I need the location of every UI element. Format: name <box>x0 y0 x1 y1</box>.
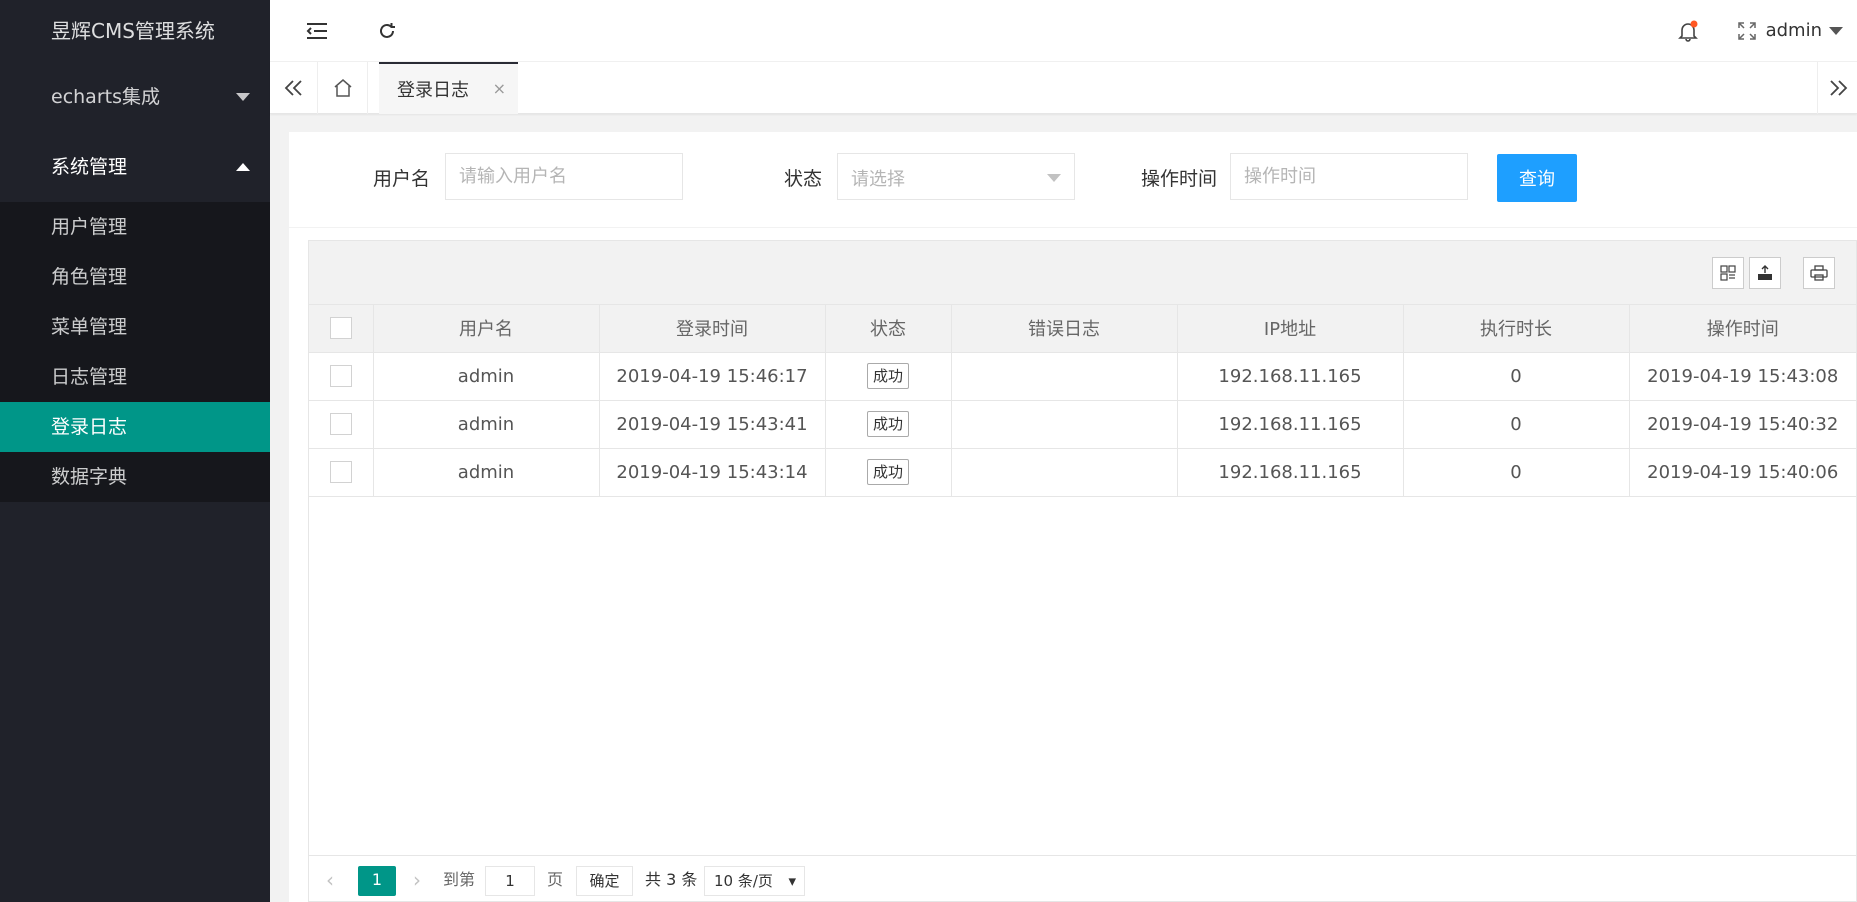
tab-label: 登录日志 <box>397 80 469 101</box>
table-header-row: 用户名 登录时间 状态 错误日志 IP地址 执行时长 操作时间 <box>309 305 1856 353</box>
column-header[interactable]: IP地址 <box>1177 305 1404 353</box>
cell-login-time: 2019-04-19 15:46:17 <box>599 352 826 401</box>
columns-icon[interactable] <box>1712 257 1744 289</box>
select-all-cell <box>309 305 374 353</box>
sidebar-submenu: 用户管理 角色管理 菜单管理 日志管理 登录日志 数据字典 <box>0 202 270 502</box>
chevron-down-icon <box>1047 174 1061 182</box>
cell-login-time: 2019-04-19 15:43:14 <box>599 448 826 497</box>
cell-ip: 192.168.11.165 <box>1177 400 1404 449</box>
sidebar-group-echarts[interactable]: echarts集成 <box>0 62 270 132</box>
time-label: 操作时间 <box>1141 168 1218 190</box>
next-page-icon[interactable]: › <box>413 866 421 896</box>
page-unit-label: 页 <box>547 870 564 889</box>
status-badge: 成功 <box>866 411 909 437</box>
goto-label: 到第 <box>443 870 476 889</box>
fullscreen-icon[interactable] <box>1734 18 1760 44</box>
prev-page-icon[interactable]: ‹ <box>326 866 334 896</box>
tabs-scroll-right-button[interactable] <box>1817 62 1857 114</box>
username-label: 用户名 <box>373 168 431 190</box>
cell-username: admin <box>373 448 600 497</box>
column-header[interactable]: 登录时间 <box>599 305 826 353</box>
status-label: 状态 <box>784 168 823 190</box>
sidebar-item-menus[interactable]: 菜单管理 <box>0 302 270 352</box>
search-form: 用户名 状态 请选择 操作时间 查询 <box>289 132 1857 228</box>
sidebar-group-label: 系统管理 <box>51 156 128 178</box>
query-button[interactable]: 查询 <box>1497 154 1577 202</box>
home-tab-button[interactable] <box>318 62 368 114</box>
cell-ip: 192.168.11.165 <box>1177 448 1404 497</box>
sidebar-group-label: echarts集成 <box>51 86 160 108</box>
column-header[interactable]: 用户名 <box>373 305 600 353</box>
cell-error-log <box>951 400 1178 449</box>
goto-confirm-button[interactable]: 确定 <box>576 866 633 896</box>
select-all-checkbox[interactable] <box>329 317 352 340</box>
column-header[interactable]: 错误日志 <box>951 305 1178 353</box>
bell-icon[interactable] <box>1675 18 1701 44</box>
refresh-icon[interactable] <box>374 18 400 44</box>
cell-ip: 192.168.11.165 <box>1177 352 1404 401</box>
tab-login-logs[interactable]: 登录日志 × <box>379 62 518 114</box>
row-checkbox[interactable] <box>329 365 352 387</box>
login-log-table: 用户名 登录时间 状态 错误日志 IP地址 执行时长 操作时间 admin 20… <box>309 305 1856 497</box>
goto-page-input[interactable] <box>485 866 535 896</box>
row-checkbox[interactable] <box>329 413 352 435</box>
status-select[interactable]: 请选择 <box>837 153 1075 200</box>
total-count: 共 3 条 <box>645 870 698 889</box>
cell-status: 成功 <box>825 400 952 449</box>
cell-error-log <box>951 352 1178 401</box>
time-input[interactable] <box>1230 153 1468 200</box>
status-select-placeholder: 请选择 <box>851 169 905 190</box>
caret-down-icon <box>1829 27 1843 35</box>
column-header[interactable]: 状态 <box>825 305 952 353</box>
table-row[interactable]: admin 2019-04-19 15:43:41 成功 192.168.11.… <box>309 400 1856 449</box>
table-toolbar <box>309 241 1856 305</box>
cell-error-log <box>951 448 1178 497</box>
menu-fold-icon[interactable] <box>304 18 330 44</box>
cell-login-time: 2019-04-19 15:43:41 <box>599 400 826 449</box>
column-header[interactable]: 执行时长 <box>1403 305 1630 353</box>
close-icon[interactable]: × <box>493 79 506 98</box>
app-logo-title: 昱辉CMS管理系统 <box>51 19 215 43</box>
table-row[interactable]: admin 2019-04-19 15:43:14 成功 192.168.11.… <box>309 448 1856 497</box>
status-badge: 成功 <box>866 363 909 389</box>
current-page[interactable]: 1 <box>358 866 396 896</box>
cell-username: admin <box>373 400 600 449</box>
cell-op-time: 2019-04-19 15:40:06 <box>1629 448 1856 497</box>
sidebar-item-roles[interactable]: 角色管理 <box>0 252 270 302</box>
column-header[interactable]: 操作时间 <box>1629 305 1856 353</box>
user-name: admin <box>1765 20 1822 41</box>
status-badge: 成功 <box>866 459 909 485</box>
cell-op-time: 2019-04-19 15:43:08 <box>1629 352 1856 401</box>
cell-status: 成功 <box>825 352 952 401</box>
cell-op-time: 2019-04-19 15:40:32 <box>1629 400 1856 449</box>
pagination: ‹ 1 › 到第 页 确定 共 3 条 10 条/页 <box>309 855 1856 901</box>
top-header: admin <box>270 0 1857 62</box>
row-checkbox[interactable] <box>329 461 352 483</box>
tabs-scroll-left-button[interactable] <box>270 62 318 114</box>
data-table-container: 用户名 登录时间 状态 错误日志 IP地址 执行时长 操作时间 admin 20… <box>308 240 1857 902</box>
sidebar-item-dictionary[interactable]: 数据字典 <box>0 452 270 502</box>
export-icon[interactable] <box>1749 257 1781 289</box>
tabs-bar: 登录日志 × <box>270 62 1857 114</box>
sidebar-group-system[interactable]: 系统管理 <box>0 132 270 202</box>
sidebar-item-login-logs[interactable]: 登录日志 <box>0 402 270 452</box>
table-row[interactable]: admin 2019-04-19 15:46:17 成功 192.168.11.… <box>309 352 1856 401</box>
cell-username: admin <box>373 352 600 401</box>
username-input[interactable] <box>445 153 683 200</box>
sidebar: 昱辉CMS管理系统 echarts集成 系统管理 用户管理 角色管理 菜单管理 … <box>0 0 270 902</box>
cell-duration: 0 <box>1403 448 1630 497</box>
sidebar-item-logs[interactable]: 日志管理 <box>0 352 270 402</box>
user-menu[interactable]: admin <box>1766 0 1843 62</box>
cell-duration: 0 <box>1403 352 1630 401</box>
sidebar-item-users[interactable]: 用户管理 <box>0 202 270 252</box>
main-card: 用户名 状态 请选择 操作时间 查询 <box>289 132 1857 902</box>
page-size-select[interactable]: 10 条/页 <box>704 866 805 896</box>
cell-duration: 0 <box>1403 400 1630 449</box>
print-icon[interactable] <box>1803 257 1835 289</box>
cell-status: 成功 <box>825 448 952 497</box>
